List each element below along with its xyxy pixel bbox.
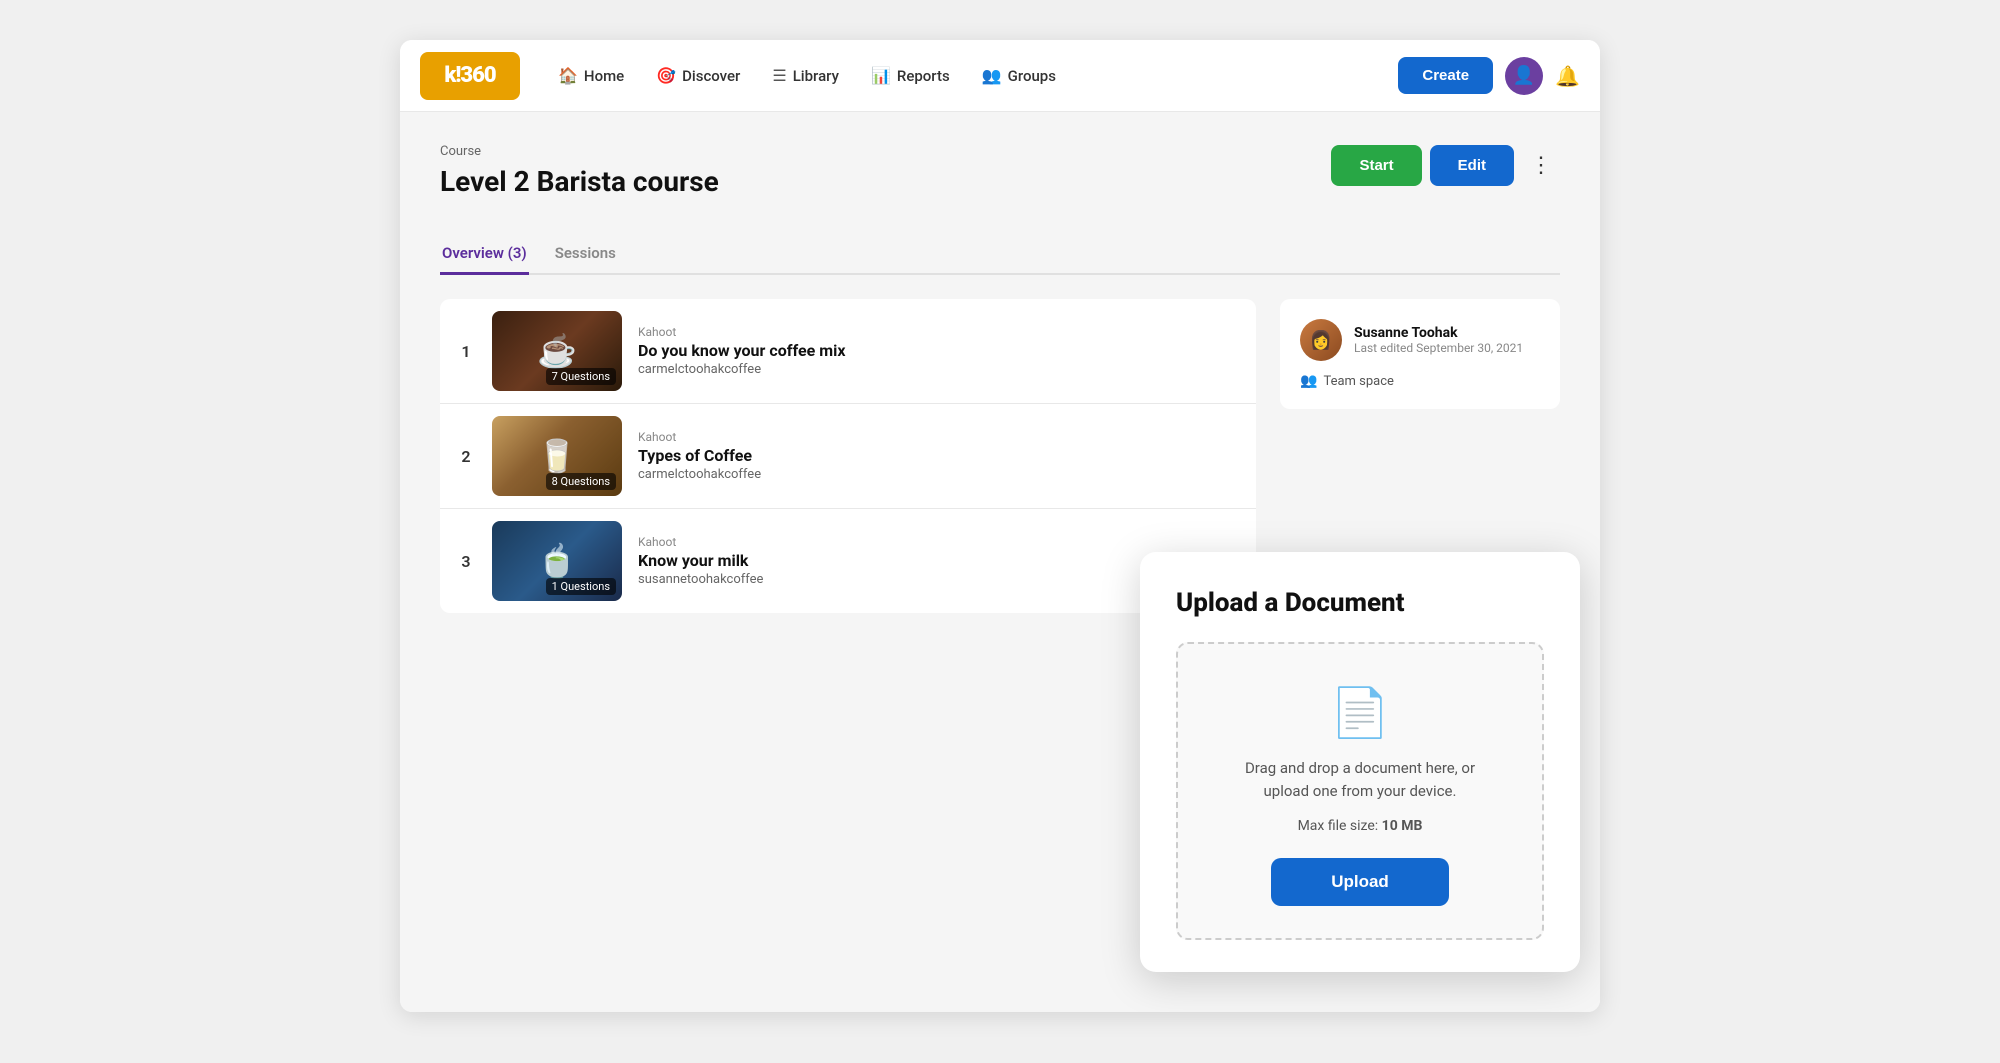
nav-label-reports: Reports	[897, 67, 950, 85]
nav-item-library[interactable]: ☰ Library	[758, 58, 853, 93]
upload-title: Upload a Document	[1176, 588, 1544, 618]
nav-right: Create 👤 🔔	[1398, 57, 1580, 95]
logo[interactable]: k!360	[420, 52, 520, 100]
tab-overview[interactable]: Overview (3)	[440, 234, 529, 275]
questions-badge-3: 1 Questions	[546, 578, 616, 595]
coffee3-emoji: 🍵	[537, 542, 577, 580]
nav-item-reports[interactable]: 📊 Reports	[857, 58, 964, 93]
home-icon: 🏠	[558, 66, 578, 85]
upload-modal: Upload a Document 📄 Drag and drop a docu…	[1140, 552, 1580, 972]
item-thumbnail-1: ☕ 7 Questions	[492, 311, 622, 391]
nav-label-groups: Groups	[1008, 67, 1056, 85]
upload-button[interactable]: Upload	[1271, 858, 1449, 906]
list-item[interactable]: 1 ☕ 7 Questions Kahoot Do you know your …	[440, 299, 1256, 404]
header-actions: Start Edit ⋮	[1331, 144, 1560, 186]
bell-icon[interactable]: 🔔	[1555, 64, 1580, 88]
course-list: 1 ☕ 7 Questions Kahoot Do you know your …	[440, 299, 1256, 613]
team-icon: 👥	[1300, 373, 1317, 389]
item-info-2: Kahoot Types of Coffee carmelctoohakcoff…	[638, 430, 1240, 482]
coffee1-emoji: ☕	[537, 332, 577, 370]
author-row: 👩 Susanne Toohak Last edited September 3…	[1300, 319, 1540, 361]
coffee2-emoji: 🥛	[537, 437, 577, 475]
team-space: 👥 Team space	[1300, 373, 1540, 389]
item-type-3: Kahoot	[638, 535, 1240, 549]
item-type-2: Kahoot	[638, 430, 1240, 444]
upload-drag-text: Drag and drop a document here, orupload …	[1245, 757, 1475, 802]
author-avatar: 👩	[1300, 319, 1342, 361]
page-header: Course Level 2 Barista course Start Edit…	[440, 144, 1560, 218]
reports-icon: 📊	[871, 66, 891, 85]
nav-item-home[interactable]: 🏠 Home	[544, 58, 638, 93]
nav-label-discover: Discover	[682, 67, 740, 85]
main-content: Course Level 2 Barista course Start Edit…	[400, 112, 1600, 1012]
tabs: Overview (3) Sessions	[440, 234, 1560, 275]
author-card: 👩 Susanne Toohak Last edited September 3…	[1280, 299, 1560, 409]
author-name: Susanne Toohak	[1354, 325, 1523, 341]
create-button[interactable]: Create	[1398, 57, 1493, 94]
title-section: Course Level 2 Barista course	[440, 144, 719, 218]
more-options-button[interactable]: ⋮	[1522, 144, 1560, 186]
item-title-1: Do you know your coffee mix	[638, 341, 1240, 360]
item-number-1: 1	[456, 342, 476, 361]
tab-sessions[interactable]: Sessions	[553, 234, 618, 275]
questions-badge-1: 7 Questions	[546, 368, 616, 385]
avatar-icon: 👤	[1513, 65, 1535, 86]
list-item[interactable]: 3 🍵 1 Questions Kahoot Know your milk su…	[440, 509, 1256, 613]
groups-icon: 👥	[982, 66, 1002, 85]
edit-button[interactable]: Edit	[1430, 145, 1514, 186]
nav-items: 🏠 Home 🎯 Discover ☰ Library 📊 Reports 👥 …	[544, 58, 1390, 93]
team-space-label: Team space	[1323, 374, 1394, 389]
nav-item-discover[interactable]: 🎯 Discover	[642, 58, 754, 93]
library-icon: ☰	[772, 66, 786, 85]
upload-dropzone[interactable]: 📄 Drag and drop a document here, oruploa…	[1176, 642, 1544, 940]
logo-text: k!360	[444, 63, 495, 88]
item-thumbnail-3: 🍵 1 Questions	[492, 521, 622, 601]
discover-icon: 🎯	[656, 66, 676, 85]
page-title: Level 2 Barista course	[440, 165, 719, 198]
item-author-2: carmelctoohakcoffee	[638, 467, 1240, 482]
app-window: k!360 🏠 Home 🎯 Discover ☰ Library 📊 Repo…	[400, 40, 1600, 1012]
author-details: Susanne Toohak Last edited September 30,…	[1354, 325, 1523, 355]
nav-label-home: Home	[584, 67, 624, 85]
item-type-1: Kahoot	[638, 325, 1240, 339]
item-author-1: carmelctoohakcoffee	[638, 362, 1240, 377]
upload-max-size: Max file size: 10 MB	[1298, 818, 1423, 834]
document-icon: 📄	[1330, 684, 1390, 741]
breadcrumb: Course	[440, 144, 719, 159]
nav-item-groups[interactable]: 👥 Groups	[968, 58, 1070, 93]
navbar: k!360 🏠 Home 🎯 Discover ☰ Library 📊 Repo…	[400, 40, 1600, 112]
questions-badge-2: 8 Questions	[546, 473, 616, 490]
avatar[interactable]: 👤	[1505, 57, 1543, 95]
item-number-2: 2	[456, 447, 476, 466]
author-date: Last edited September 30, 2021	[1354, 341, 1523, 355]
item-title-2: Types of Coffee	[638, 446, 1240, 465]
list-item[interactable]: 2 🥛 8 Questions Kahoot Types of Coffee c…	[440, 404, 1256, 509]
item-thumbnail-2: 🥛 8 Questions	[492, 416, 622, 496]
author-avatar-inner: 👩	[1300, 319, 1342, 361]
nav-label-library: Library	[793, 67, 839, 85]
start-button[interactable]: Start	[1331, 145, 1421, 186]
item-info-1: Kahoot Do you know your coffee mix carme…	[638, 325, 1240, 377]
item-number-3: 3	[456, 552, 476, 571]
